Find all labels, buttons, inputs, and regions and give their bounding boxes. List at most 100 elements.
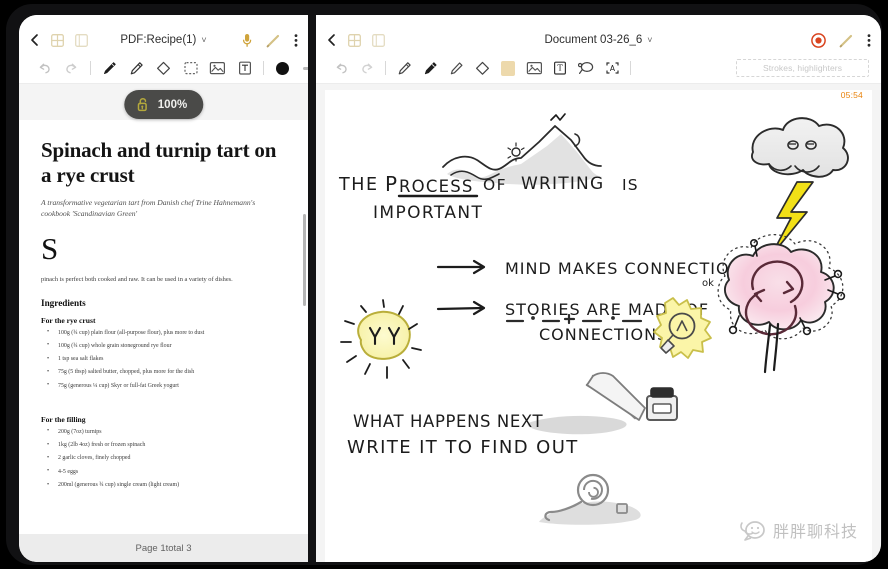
list-item: 75g (generous ¼ cup) Skyr or full-fat Gr…: [41, 382, 286, 391]
group-heading-filling: For the filling: [41, 414, 86, 424]
note-canvas[interactable]: 05:54 THE P ROCESS OF WRITING IS IMPORTA…: [325, 90, 872, 562]
note-canvas-viewport[interactable]: 05:54 THE P ROCESS OF WRITING IS IMPORTA…: [316, 84, 881, 562]
chevron-left-icon[interactable]: [29, 33, 40, 47]
microphone-icon[interactable]: [241, 33, 253, 48]
pdf-document-viewport[interactable]: 100% Spinach and turnip tart on a rye cr…: [19, 84, 308, 534]
right-document-title-group[interactable]: Document 03-26_6 ˅: [316, 27, 881, 53]
image-icon[interactable]: [204, 55, 231, 81]
svg-text:T: T: [557, 64, 563, 73]
pink-brain-cloud-sketch: ok: [702, 234, 846, 374]
svg-text:A: A: [609, 64, 615, 73]
lasso-select-icon[interactable]: [177, 55, 204, 81]
strokes-placeholder-label: Strokes, highlighters: [762, 63, 843, 73]
undo-icon[interactable]: [31, 55, 58, 81]
unlock-icon[interactable]: [136, 97, 149, 112]
zoom-lock-badge[interactable]: 100%: [123, 90, 204, 119]
zoom-percent-label: 100%: [157, 98, 188, 111]
pencil-icon[interactable]: [839, 33, 854, 48]
svg-text:ROCESS: ROCESS: [399, 177, 474, 196]
redo-icon[interactable]: [58, 55, 85, 81]
lasso-select-icon[interactable]: [573, 55, 599, 81]
left-panel-header: PDF:Recipe(1) ˅: [19, 15, 308, 53]
text-box-icon[interactable]: [231, 55, 258, 81]
watermark-text: 胖胖聊科技: [772, 522, 858, 541]
svg-text:IS: IS: [622, 176, 639, 194]
hw-bullet-2-line2: CONNECTIONS: [539, 325, 668, 344]
redo-icon[interactable]: [354, 55, 380, 81]
chevron-down-icon[interactable]: ˅: [201, 35, 206, 45]
channel-watermark: 胖胖聊科技: [738, 518, 858, 542]
highlighter-icon[interactable]: [123, 55, 150, 81]
highlighter-icon[interactable]: [443, 55, 469, 81]
tablet-screen: PDF:Recipe(1) ˅ 100% Spinach and turnip …: [19, 15, 881, 562]
left-panel-toolbar: [19, 53, 308, 84]
pdf-reader-panel: PDF:Recipe(1) ˅ 100% Spinach and turnip …: [19, 15, 308, 562]
pencil-tool-icon[interactable]: [391, 55, 417, 81]
undo-icon[interactable]: [328, 55, 354, 81]
screenshot-root: PDF:Recipe(1) ˅ 100% Spinach and turnip …: [0, 0, 888, 569]
note-timestamp: 05:54: [840, 90, 863, 100]
hw-brain-label: ok: [702, 278, 714, 289]
stroke-width-icon[interactable]: [296, 55, 308, 81]
snail-sketch: [539, 473, 641, 525]
more-vertical-icon[interactable]: [867, 33, 871, 48]
page-thumbnail-icon[interactable]: [372, 33, 385, 47]
list-item: 200g (7oz) turnips: [41, 428, 286, 437]
eraser-icon[interactable]: [469, 55, 495, 81]
hw-footer-line2: WRITE IT TO FIND OUT: [347, 437, 579, 458]
notes-panel: Document 03-26_6 ˅ T A Strokes, highligh…: [316, 15, 881, 562]
chevron-down-icon[interactable]: ˅: [647, 35, 652, 45]
strokes-highlighters-field[interactable]: Strokes, highlighters: [736, 59, 869, 77]
grid-view-icon[interactable]: [348, 33, 361, 47]
toolbar-divider: [90, 61, 91, 75]
recipe-dropcap: S: [41, 230, 59, 266]
more-vertical-icon[interactable]: [294, 33, 298, 48]
toolbar-divider-2: [630, 61, 631, 75]
list-item: 200ml (generous ¾ cup) single cream (lig…: [41, 482, 286, 490]
hw-arrow-2: [436, 300, 486, 316]
ingredients-heading: Ingredients: [41, 297, 86, 308]
speech-bubble-icon: [738, 519, 766, 541]
page-status-label: Page 1total 3: [135, 542, 192, 554]
pen-icon[interactable]: [96, 55, 123, 81]
hw-bullet-1: MIND MAKES CONNECTIONS: [505, 259, 754, 278]
panel-divider[interactable]: [308, 15, 316, 562]
rain-cloud-sketch: [751, 117, 849, 178]
color-swatch-black[interactable]: [269, 55, 296, 81]
toolbar-divider-2: [263, 61, 264, 75]
list-item: 100g (¾ cup) plain flour (all-purpose fl…: [41, 329, 286, 338]
svg-text:OF: OF: [483, 176, 507, 194]
list-item: 100g (¾ cup) whole grain stoneground rye…: [41, 342, 286, 351]
record-button-icon[interactable]: [811, 32, 826, 48]
chevron-left-icon[interactable]: [326, 33, 337, 47]
hw-footer-line1: WHAT HAPPENS NEXT: [353, 412, 544, 431]
toolbar-divider: [385, 61, 386, 75]
page-thumbnail-icon[interactable]: [75, 33, 88, 47]
recipe-title: Spinach and turnip tart on a rye crust: [41, 138, 277, 187]
list-item: 4-5 eggs: [41, 468, 286, 477]
pen-tool-icon[interactable]: [417, 55, 443, 81]
hw-line-1: THE: [338, 175, 379, 195]
image-icon[interactable]: [521, 55, 547, 81]
fountain-pen-inkwell-sketch: [527, 372, 678, 435]
tablet-bezel: PDF:Recipe(1) ˅ 100% Spinach and turnip …: [6, 4, 882, 565]
pdf-top-band: 100%: [19, 84, 308, 120]
color-swatch-tan[interactable]: [495, 55, 521, 81]
pdf-page-content: Spinach and turnip tart on a rye crust A…: [19, 120, 308, 534]
eraser-icon[interactable]: [150, 55, 177, 81]
recipe-intro-paragraph: pinach is perfect both cooked and raw. I…: [41, 275, 233, 283]
text-box-icon[interactable]: T: [547, 55, 573, 81]
text-recognition-icon[interactable]: A: [599, 55, 625, 81]
note-title-label: Document 03-26_6: [544, 34, 643, 46]
list-item: 2 garlic cloves, finely chopped: [41, 455, 286, 463]
list-item: 1kg (2lb 4oz) fresh or frozen spinach: [41, 442, 286, 450]
list-item: 75g (5 tbsp) salted butter, chopped, plu…: [41, 369, 286, 377]
grid-view-icon[interactable]: [51, 33, 64, 47]
pdf-vertical-scrollbar[interactable]: [303, 214, 306, 306]
pencil-icon[interactable]: [266, 33, 281, 48]
svg-text:WRITING: WRITING: [521, 174, 604, 194]
recipe-subtitle: A transformative vegetarian tart from Da…: [41, 197, 256, 218]
ingredient-list-filling: 200g (7oz) turnips 1kg (2lb 4oz) fresh o…: [41, 428, 286, 490]
pdf-page-status-bar: Page 1total 3: [19, 534, 308, 562]
right-panel-toolbar: T A Strokes, highlighters: [316, 53, 881, 84]
